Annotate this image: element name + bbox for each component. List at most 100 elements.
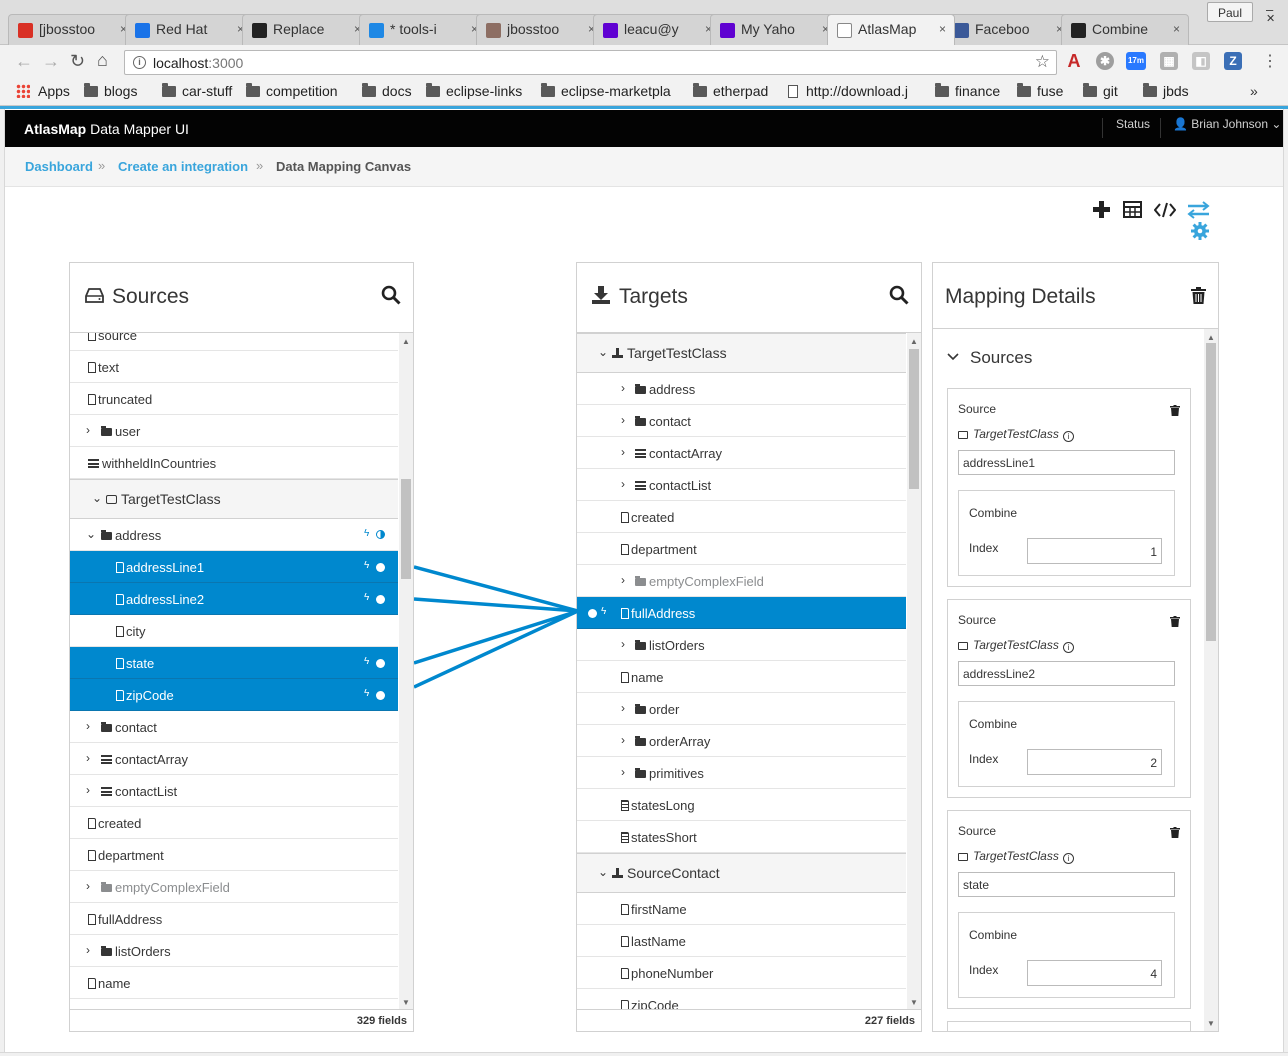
bookmark-10[interactable]: fuse <box>1017 83 1063 99</box>
extension-icon[interactable]: ✱ <box>1096 52 1114 70</box>
target-row-emptyComplexField[interactable]: › emptyComplexField <box>577 565 906 597</box>
close-window-icon[interactable]: ✕ <box>1266 12 1275 25</box>
bookmark-1[interactable]: blogs <box>84 83 137 99</box>
delete-mapping-icon[interactable] <box>1191 287 1206 304</box>
extension-icon-3[interactable]: ◧ <box>1192 52 1210 70</box>
reload-icon[interactable]: ↻ <box>70 51 85 72</box>
targets-scrollbar[interactable]: ▲ ▼ <box>907 333 921 1010</box>
source-row-addressLine1[interactable]: addressLine1 ϟ <box>70 551 398 583</box>
source-field-input[interactable]: state <box>958 872 1175 897</box>
source-row-listOrders[interactable]: › listOrders <box>70 935 398 967</box>
timer-extension-icon[interactable]: 17m <box>1126 52 1146 70</box>
scroll-down-icon[interactable]: ▼ <box>402 998 410 1007</box>
scroll-up-icon[interactable]: ▲ <box>1207 333 1215 342</box>
chevron-right-icon[interactable]: › <box>621 701 625 715</box>
target-row-name[interactable]: name <box>577 661 906 693</box>
chevron-down-icon[interactable]: ⌄ <box>598 865 608 879</box>
info-icon[interactable]: i <box>1062 431 1074 442</box>
target-row-address[interactable]: › address <box>577 373 906 405</box>
chevron-down-icon[interactable]: ⌄ <box>86 527 96 541</box>
user-menu[interactable]: 👤 Brian Johnson ⌄ <box>1160 118 1281 138</box>
tab-9[interactable]: Combine × <box>1061 14 1189 45</box>
source-row-withheldInCountries[interactable]: withheldInCountries <box>70 447 398 479</box>
target-row-contactList[interactable]: › contactList <box>577 469 906 501</box>
target-row-firstName[interactable]: firstName <box>577 893 906 925</box>
source-row-contactArray[interactable]: › contactArray <box>70 743 398 775</box>
brand-title[interactable]: AtlasMap Data Mapper UI <box>24 121 189 137</box>
source-row-truncated[interactable]: truncated <box>70 383 398 415</box>
scrollbar-thumb[interactable] <box>1206 343 1216 641</box>
source-row-created[interactable]: created <box>70 807 398 839</box>
target-row-contact[interactable]: › contact <box>577 405 906 437</box>
target-row-contactArray[interactable]: › contactArray <box>577 437 906 469</box>
search-icon[interactable] <box>889 285 909 305</box>
zotero-icon[interactable]: Z <box>1224 52 1242 70</box>
target-row-phoneNumber[interactable]: phoneNumber <box>577 957 906 989</box>
tab-6[interactable]: My Yaho × <box>710 14 838 45</box>
source-row-contact[interactable]: › contact <box>70 711 398 743</box>
source-field-input[interactable]: addressLine2 <box>958 661 1175 686</box>
targets-tree[interactable]: ⌄ TargetTestClass › address › contact › contact… <box>577 333 906 1010</box>
target-row-order[interactable]: › order <box>577 693 906 725</box>
back-icon[interactable]: ← <box>15 51 33 72</box>
close-tab-icon[interactable]: × <box>1173 22 1180 36</box>
toggle-mapping-lines-icon[interactable] <box>1187 201 1210 219</box>
chevron-right-icon[interactable]: › <box>86 879 90 893</box>
add-mapping-icon[interactable] <box>1093 201 1110 218</box>
chevron-right-icon[interactable]: › <box>86 783 90 797</box>
scroll-down-icon[interactable]: ▼ <box>1207 1019 1215 1028</box>
scroll-up-icon[interactable]: ▲ <box>402 337 410 346</box>
chevron-right-icon[interactable]: › <box>621 413 625 427</box>
sources-scrollbar[interactable]: ▲ ▼ <box>399 333 413 1010</box>
details-scrollbar[interactable]: ▲ ▼ <box>1204 329 1218 1031</box>
chevron-right-icon[interactable]: › <box>86 943 90 957</box>
info-icon[interactable]: i <box>133 56 146 69</box>
code-view-icon[interactable] <box>1154 202 1176 218</box>
tab-2[interactable]: Replace × <box>242 14 370 45</box>
bookmark-5[interactable]: eclipse-links <box>426 83 522 99</box>
chevron-down-icon[interactable]: ⌄ <box>598 345 608 359</box>
chevron-right-icon[interactable]: › <box>621 637 625 651</box>
chrome-menu-icon[interactable]: ⋮ <box>1262 51 1278 71</box>
index-input[interactable]: 1 <box>1027 538 1162 564</box>
close-tab-icon[interactable]: × <box>939 22 946 36</box>
target-row-statesShort[interactable]: statesShort <box>577 821 906 853</box>
source-row-text[interactable]: text <box>70 351 398 383</box>
target-row-TargetTestClass[interactable]: ⌄ TargetTestClass <box>577 333 906 373</box>
bookmark-12[interactable]: jbds <box>1143 83 1189 99</box>
source-row-contactList[interactable]: › contactList <box>70 775 398 807</box>
search-icon[interactable] <box>381 285 401 305</box>
tab-0[interactable]: [jbosstoo × <box>8 14 136 45</box>
index-input[interactable]: 2 <box>1027 749 1162 775</box>
source-row-fullAddress[interactable]: fullAddress <box>70 903 398 935</box>
source-row-zipCode[interactable]: zipCode ϟ <box>70 679 398 711</box>
chevron-right-icon[interactable]: › <box>621 477 625 491</box>
trash-icon[interactable] <box>1170 615 1180 630</box>
source-row-city[interactable]: city <box>70 615 398 647</box>
index-input[interactable]: 4 <box>1027 960 1162 986</box>
chevron-down-icon[interactable]: ⌄ <box>92 491 102 505</box>
chevron-right-icon[interactable]: › <box>621 445 625 459</box>
target-row-primitives[interactable]: › primitives <box>577 757 906 789</box>
tab-3[interactable]: * tools-i × <box>359 14 487 45</box>
source-row-state[interactable]: state ϟ <box>70 647 398 679</box>
source-row-TargetTestClass[interactable]: ⌄ TargetTestClass <box>70 479 398 519</box>
trash-icon[interactable] <box>1170 404 1180 419</box>
target-row-zipCode[interactable]: zipCode <box>577 989 906 1010</box>
trash-icon[interactable] <box>1170 826 1180 841</box>
breadcrumb-create-integration[interactable]: Create an integration <box>118 159 248 174</box>
chevron-right-icon[interactable]: › <box>86 423 90 437</box>
source-row-emptyComplexField[interactable]: › emptyComplexField <box>70 871 398 903</box>
bookmark-6[interactable]: eclipse-marketpla <box>541 83 671 99</box>
table-view-icon[interactable] <box>1123 201 1142 218</box>
target-row-lastName[interactable]: lastName <box>577 925 906 957</box>
status-link[interactable]: Status <box>1102 118 1150 138</box>
forward-icon[interactable]: → <box>42 51 60 72</box>
address-bar[interactable]: i localhost:3000 ☆ <box>124 50 1057 75</box>
bookmark-2[interactable]: car-stuff <box>162 83 232 99</box>
bookmark-11[interactable]: git <box>1083 83 1118 99</box>
info-icon[interactable]: i <box>1062 642 1074 653</box>
tab-8[interactable]: Faceboo × <box>944 14 1072 45</box>
target-row-fullAddress[interactable]: fullAddress ϟ <box>577 597 906 629</box>
target-row-created[interactable]: created <box>577 501 906 533</box>
